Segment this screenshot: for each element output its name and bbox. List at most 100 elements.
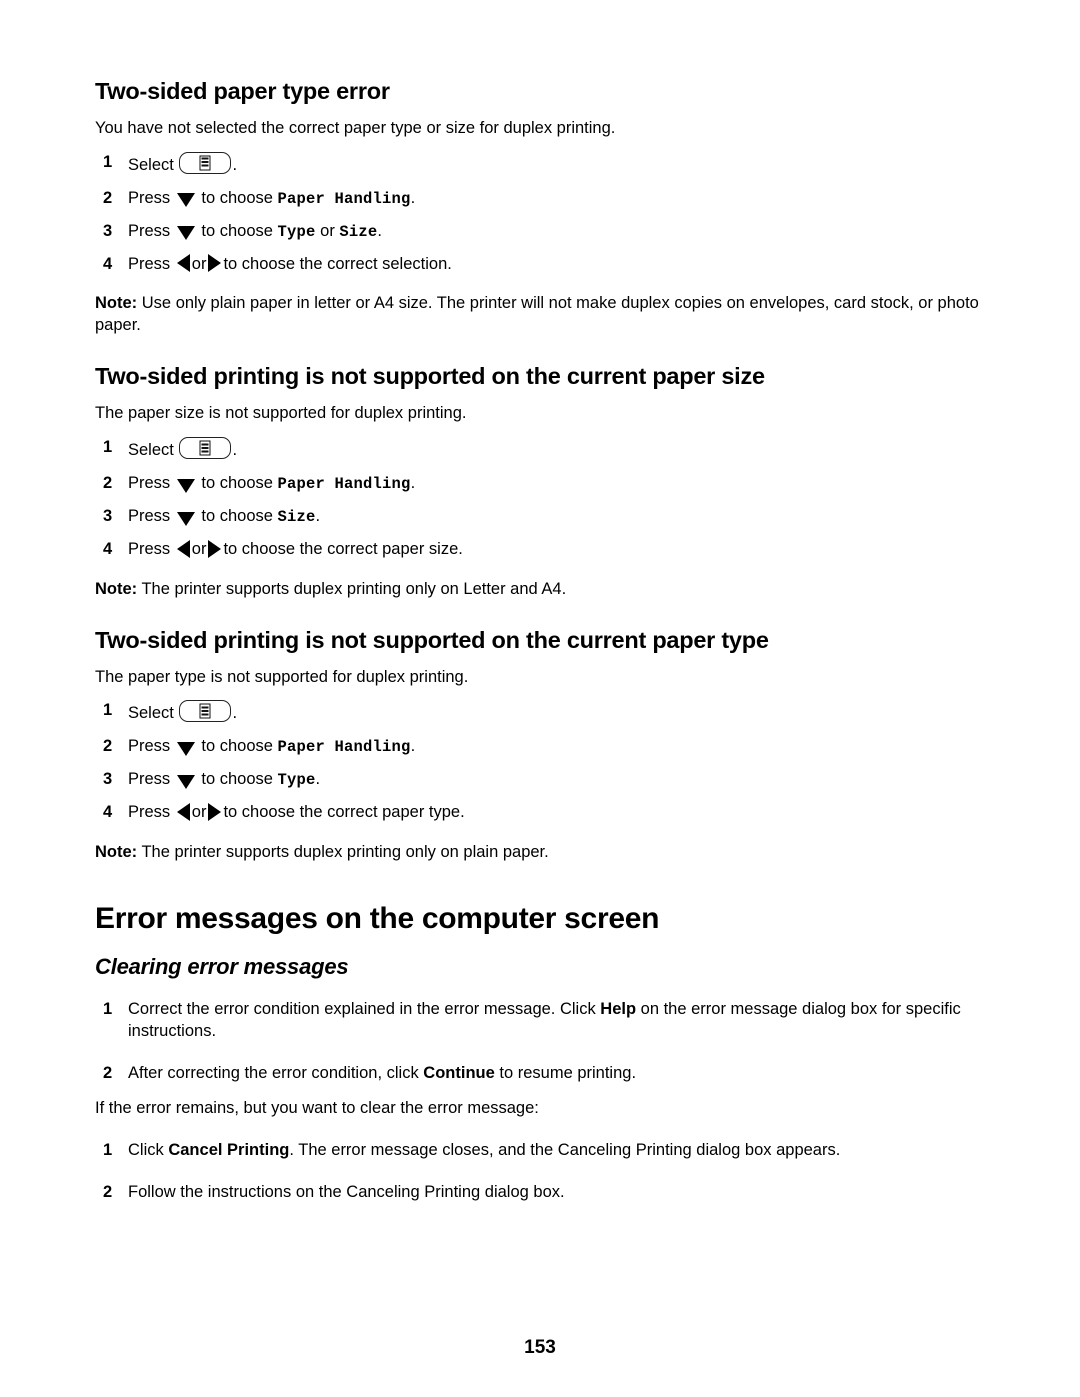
step-text-tail: . (377, 221, 383, 240)
step-text-part1: After correcting the error condition, cl… (128, 1063, 424, 1082)
step-number: 2 (103, 1063, 113, 1082)
step-text-tail: . (410, 737, 416, 756)
arrow-right-icon (208, 539, 222, 558)
step-number: 1 (103, 1000, 113, 1019)
steps-list-paper-type-not-supported: 1 Select . 2 Press to choose Paper Handlin… (95, 700, 995, 824)
arrow-left-icon (176, 802, 190, 821)
step-text-mid: to choose (201, 221, 273, 240)
step-item: 3 Press to choose Type. (95, 769, 995, 791)
note-paragraph: Note: The printer supports duplex printi… (95, 579, 995, 601)
step-text: Press (128, 221, 171, 240)
step-text-tail: to choose the correct selection. (223, 254, 452, 273)
step-text: Press (128, 803, 171, 822)
section-intro-paragraph: The paper size is not supported for dupl… (95, 404, 467, 423)
menu-name-alt: Size (339, 222, 378, 241)
menu-name: Paper Handling (277, 189, 411, 208)
arrow-down-icon (176, 774, 195, 789)
step-number: 3 (103, 770, 113, 789)
arrow-down-icon (176, 226, 195, 241)
step-text-tail: . (232, 441, 238, 460)
menu-name: Type (277, 771, 316, 790)
step-item: 2 After correcting the error condition, c… (95, 1063, 995, 1085)
step-conjunction: or (191, 803, 207, 822)
arrow-right-icon (208, 802, 222, 821)
menu-glyph-icon (199, 703, 211, 719)
step-text-part2: to resume printing. (494, 1063, 637, 1082)
step-number: 4 (103, 539, 113, 558)
step-item: 1 Click Cancel Printing. The error messag… (95, 1140, 995, 1162)
step-text: Press (128, 254, 171, 273)
step-text-tail: to choose the correct paper type. (223, 803, 465, 822)
arrow-left-icon (176, 539, 190, 558)
arrow-right-icon (208, 254, 222, 273)
menu-name: Type (277, 222, 316, 241)
chapter-heading-error-messages: Error messages on the computer screen (95, 902, 660, 936)
step-conjunction: or (191, 254, 207, 273)
step-number: 2 (103, 1182, 113, 1201)
select-key-icon[interactable] (179, 437, 232, 460)
step-item: 4 Press or to choose the correct paper typ… (95, 802, 995, 824)
step-text-part1: Follow the instructions on the Canceling… (128, 1182, 565, 1201)
note-text: Use only plain paper in letter or A4 siz… (95, 294, 979, 335)
step-text-mid: to choose (201, 188, 273, 207)
step-item: 1 Select . (95, 151, 995, 177)
page-content: Two-sided paper type error You have not … (95, 78, 995, 1204)
note-label: Note: (95, 294, 138, 313)
step-text: Press (128, 188, 171, 207)
step-text: Select (128, 441, 174, 460)
select-key-icon[interactable] (179, 700, 232, 723)
step-item: 4 Press or to choose the correct paper siz… (95, 539, 995, 561)
step-text-mid: to choose (201, 474, 273, 492)
step-text-tail: . (232, 155, 238, 174)
document-page: Two-sided paper type error You have not … (0, 0, 1080, 1397)
menu-glyph-icon (199, 155, 211, 171)
step-text-mid: to choose (201, 506, 273, 525)
bridge-paragraph: If the error remains, but you want to cl… (95, 1098, 539, 1117)
note-label: Note: (95, 843, 138, 862)
step-text-part2: . The error message closes, and the Canc… (289, 1140, 841, 1159)
note-paragraph: Note: Use only plain paper in letter or … (95, 293, 995, 337)
step-text: Press (128, 737, 171, 756)
step-item: 2 Press to choose Paper Handling. (95, 188, 995, 210)
arrow-left-icon (176, 254, 190, 273)
step-text-tail: . (410, 474, 416, 492)
step-item: 2 Follow the instructions on the Cancelin… (95, 1182, 995, 1204)
step-item: 1 Select . (95, 437, 995, 462)
menu-glyph-icon (199, 440, 211, 456)
note-paragraph: Note: The printer supports duplex printi… (95, 842, 995, 864)
step-conjunction: or (191, 539, 207, 558)
select-key-icon[interactable] (179, 151, 232, 174)
step-number: 3 (103, 221, 113, 240)
section-heading-two-sided-paper-type-error: Two-sided paper type error (95, 78, 390, 104)
step-text: Press (128, 539, 171, 558)
step-item: 3 Press to choose Type or Size. (95, 221, 995, 243)
step-item: 3 Press to choose Size. (95, 506, 995, 528)
page-number: 153 (524, 1337, 556, 1358)
step-text: Select (128, 155, 174, 174)
subheading-clearing-error-messages: Clearing error messages (95, 953, 349, 979)
inline-bold-term: Continue (423, 1063, 495, 1082)
step-number: 3 (103, 506, 113, 525)
inline-bold-term: Help (600, 1000, 637, 1019)
steps-list-clearing-error-messages: 1 Correct the error condition explained i… (95, 999, 995, 1085)
step-item: 1 Correct the error condition explained i… (95, 999, 995, 1043)
step-text: Select (128, 704, 174, 723)
step-number: 1 (103, 1140, 113, 1159)
note-text: The printer supports duplex printing onl… (141, 843, 549, 862)
note-label: Note: (95, 579, 138, 598)
arrow-down-icon (176, 478, 195, 493)
step-conjunction: or (320, 221, 335, 240)
step-item: 2 Press to choose Paper Handling. (95, 473, 995, 495)
step-text-part1: Click (128, 1140, 169, 1159)
page-footer: 153 (0, 1337, 1080, 1359)
step-item: 1 Select . (95, 700, 995, 725)
inline-bold-term: Cancel Printing (168, 1140, 290, 1159)
step-item: 2 Press to choose Paper Handling. (95, 736, 995, 758)
step-text-tail: to choose the correct paper size. (223, 539, 463, 558)
menu-name: Size (277, 507, 316, 526)
step-text-tail: . (232, 704, 238, 723)
step-number: 2 (103, 737, 113, 756)
step-text-mid: to choose (201, 770, 273, 789)
menu-name: Paper Handling (277, 475, 411, 493)
step-text-part1: Correct the error condition explained in… (128, 1000, 601, 1019)
